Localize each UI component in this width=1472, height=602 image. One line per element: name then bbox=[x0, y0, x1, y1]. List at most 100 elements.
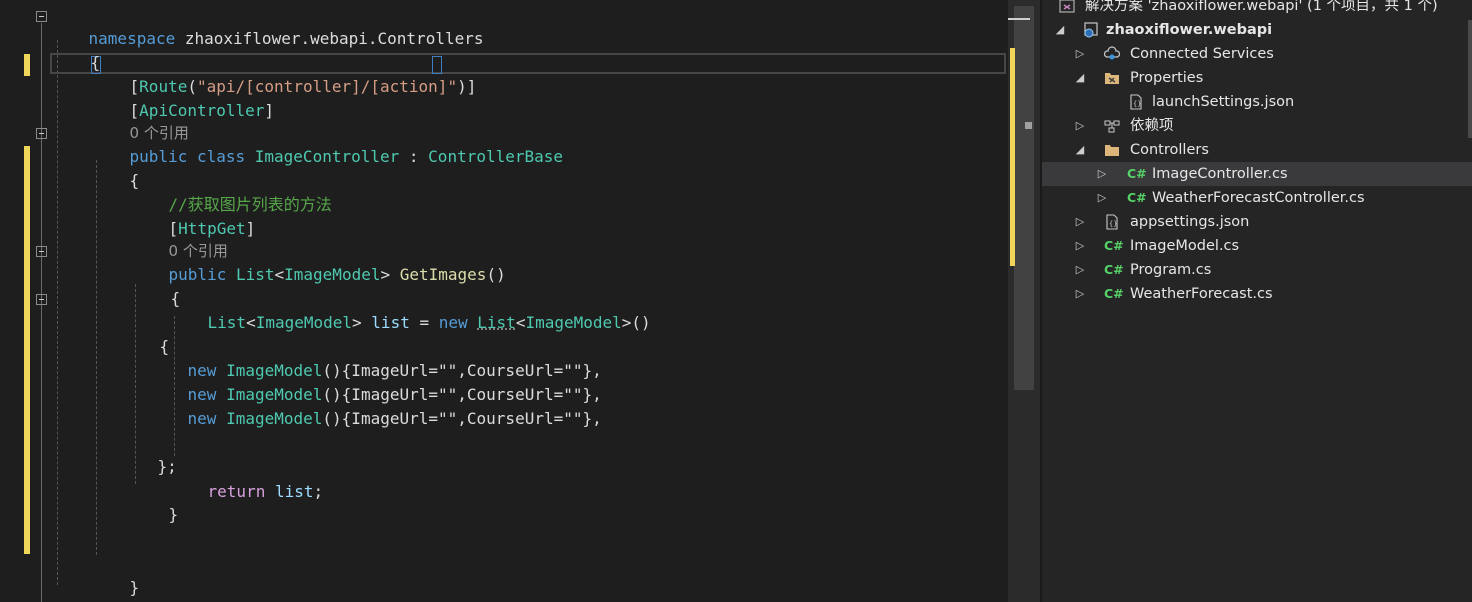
code-line: return list; bbox=[207, 482, 324, 501]
tree-item-imagemodel[interactable]: ▷ C# ImageModel.cs bbox=[1042, 234, 1472, 258]
solution-node[interactable]: 解决方案 'zhaoxiflower.webapi' (1 个项目，共 1 个) bbox=[1042, 0, 1472, 18]
method-name: GetImages bbox=[399, 265, 487, 284]
keyword: new bbox=[187, 409, 217, 428]
editor-scrollbar[interactable] bbox=[1008, 0, 1040, 602]
type-name: List bbox=[477, 313, 516, 332]
fold-toggle-namespace[interactable] bbox=[36, 11, 47, 22]
caret-mark bbox=[1008, 18, 1030, 20]
change-marker bbox=[24, 146, 30, 554]
code-line: new ImageModel(){ImageUrl="",CourseUrl="… bbox=[187, 361, 602, 380]
tree-item-label: Controllers bbox=[1130, 142, 1209, 158]
tree-item-properties[interactable]: ◢ Properties bbox=[1042, 66, 1472, 90]
code-line: { bbox=[170, 289, 181, 308]
code-line: List<ImageModel> list = new List<ImageMo… bbox=[207, 313, 651, 332]
collapsed-arrow-icon[interactable]: ▷ bbox=[1073, 258, 1087, 282]
tree-item-connected-services[interactable]: ▷ Connected Services bbox=[1042, 42, 1472, 66]
project-label: zhaoxiflower.webapi bbox=[1106, 22, 1273, 38]
csharp-file-icon: C# bbox=[1127, 190, 1147, 205]
json-file-icon: {} bbox=[1130, 94, 1142, 110]
type-name: ImageModel bbox=[284, 265, 381, 284]
tree-item-weatherforecast[interactable]: ▷ C# WeatherForecast.cs bbox=[1042, 282, 1472, 306]
code-line: [Route("api/[controller]/[action]")] bbox=[129, 77, 477, 96]
change-marker bbox=[24, 54, 30, 76]
tree-item-label: launchSettings.json bbox=[1152, 94, 1295, 110]
tree-item-label: Connected Services bbox=[1130, 46, 1274, 62]
code-line: { bbox=[159, 337, 170, 356]
expand-arrow-icon[interactable]: ◢ bbox=[1053, 18, 1067, 42]
change-mark bbox=[1010, 48, 1015, 266]
code-line: [ApiController] bbox=[129, 101, 275, 120]
code-line: } bbox=[129, 578, 140, 597]
fold-toggle-initializer[interactable] bbox=[36, 294, 47, 305]
fold-toggle-class[interactable] bbox=[36, 128, 47, 139]
project-node[interactable]: ◢ zhaoxiflower.webapi bbox=[1042, 18, 1472, 42]
keyword: class bbox=[187, 147, 255, 166]
code-line: new ImageModel(){ImageUrl="",CourseUrl="… bbox=[187, 409, 602, 428]
code-line: } bbox=[51, 580, 99, 602]
collapsed-arrow-icon[interactable]: ▷ bbox=[1073, 210, 1087, 234]
json-file-icon: {} bbox=[1106, 214, 1118, 230]
solution-label: 解决方案 'zhaoxiflower.webapi' (1 个项目，共 1 个) bbox=[1085, 0, 1438, 14]
solution-explorer[interactable]: 解决方案 'zhaoxiflower.webapi' (1 个项目，共 1 个)… bbox=[1042, 0, 1472, 602]
svg-text:{}: {} bbox=[1133, 100, 1141, 108]
tree-item-dependencies[interactable]: ▷ 依赖项 bbox=[1042, 114, 1472, 138]
tree-item-label: Properties bbox=[1130, 70, 1204, 86]
svg-text:{}: {} bbox=[1109, 220, 1117, 228]
code-line: [HttpGet] bbox=[168, 219, 256, 238]
code-editor[interactable]: namespace zhaoxiflower.webapi.Controller… bbox=[0, 0, 1008, 602]
class-name: ImageController bbox=[254, 147, 400, 166]
scrollbar-thumb[interactable] bbox=[1014, 6, 1034, 390]
code-line: { bbox=[52, 30, 101, 72]
code-line: namespace zhaoxiflower.webapi.Controller… bbox=[50, 6, 484, 48]
tree-item-controllers[interactable]: ◢ Controllers bbox=[1042, 138, 1472, 162]
csharp-file-icon: C# bbox=[1104, 262, 1124, 277]
fold-toggle-method[interactable] bbox=[36, 246, 47, 257]
collapsed-arrow-icon[interactable]: ▷ bbox=[1073, 234, 1087, 258]
collapsed-arrow-icon[interactable]: ▷ bbox=[1073, 282, 1087, 306]
codelens-references[interactable]: 0 个引用 bbox=[91, 100, 189, 142]
code-line: public class ImageController : Controlle… bbox=[129, 147, 564, 166]
tree-item-appsettings[interactable]: ▷ {} appsettings.json bbox=[1042, 210, 1472, 234]
tree-item-label: WeatherForecast.cs bbox=[1130, 286, 1273, 302]
tree-item-imagecontroller[interactable]: ▷ C# ImageController.cs bbox=[1042, 162, 1472, 186]
tree-item-program[interactable]: ▷ C# Program.cs bbox=[1042, 258, 1472, 282]
type-name: List bbox=[235, 265, 275, 284]
connected-services-icon bbox=[1104, 46, 1120, 60]
tree-item-label: WeatherForecastController.cs bbox=[1152, 190, 1365, 206]
scroll-mark bbox=[1025, 122, 1032, 129]
variable-name: list bbox=[274, 482, 314, 501]
code-line: //获取图片列表的方法 bbox=[130, 172, 332, 214]
indent-guide bbox=[57, 40, 58, 585]
collapsed-arrow-icon[interactable]: ▷ bbox=[1095, 186, 1109, 210]
codelens-references[interactable]: 0 个引用 bbox=[130, 218, 228, 260]
keyword: new bbox=[438, 313, 468, 332]
type-name: List bbox=[207, 313, 247, 332]
initializer: {ImageUrl="",CourseUrl=""}, bbox=[341, 409, 602, 428]
code-line: { bbox=[129, 171, 140, 190]
fold-line bbox=[41, 23, 42, 602]
collapsed-arrow-icon[interactable]: ▷ bbox=[1073, 42, 1087, 66]
csharp-file-icon: C# bbox=[1127, 166, 1147, 181]
code-line: }; bbox=[157, 457, 177, 476]
keyword: return bbox=[207, 482, 266, 501]
folder-icon bbox=[1105, 145, 1119, 156]
namespace-name: zhaoxiflower.webapi.Controllers bbox=[175, 29, 484, 48]
properties-folder-icon bbox=[1105, 73, 1119, 84]
tree-item-label: appsettings.json bbox=[1130, 214, 1250, 230]
collapsed-arrow-icon[interactable]: ▷ bbox=[1095, 162, 1109, 186]
code-line: new ImageModel(){ImageUrl="",CourseUrl="… bbox=[187, 385, 602, 404]
expand-arrow-icon[interactable]: ◢ bbox=[1073, 66, 1087, 90]
type-name: ImageModel bbox=[255, 313, 353, 332]
web-project-icon bbox=[1084, 22, 1098, 38]
tree-item-launchsettings[interactable]: {} launchSettings.json bbox=[1042, 90, 1472, 114]
type-name: ImageModel bbox=[525, 313, 622, 332]
csharp-file-icon: C# bbox=[1104, 286, 1124, 301]
tree-item-weatherforecastcontroller[interactable]: ▷ C# WeatherForecastController.cs bbox=[1042, 186, 1472, 210]
dependencies-icon bbox=[1104, 120, 1120, 133]
explorer-scrollbar[interactable] bbox=[1468, 20, 1472, 138]
collapsed-arrow-icon[interactable]: ▷ bbox=[1073, 114, 1087, 138]
expand-arrow-icon[interactable]: ◢ bbox=[1073, 138, 1087, 162]
tree-item-label: Program.cs bbox=[1130, 262, 1212, 278]
keyword: namespace bbox=[88, 29, 176, 48]
tree-item-label: 依赖项 bbox=[1130, 118, 1174, 134]
